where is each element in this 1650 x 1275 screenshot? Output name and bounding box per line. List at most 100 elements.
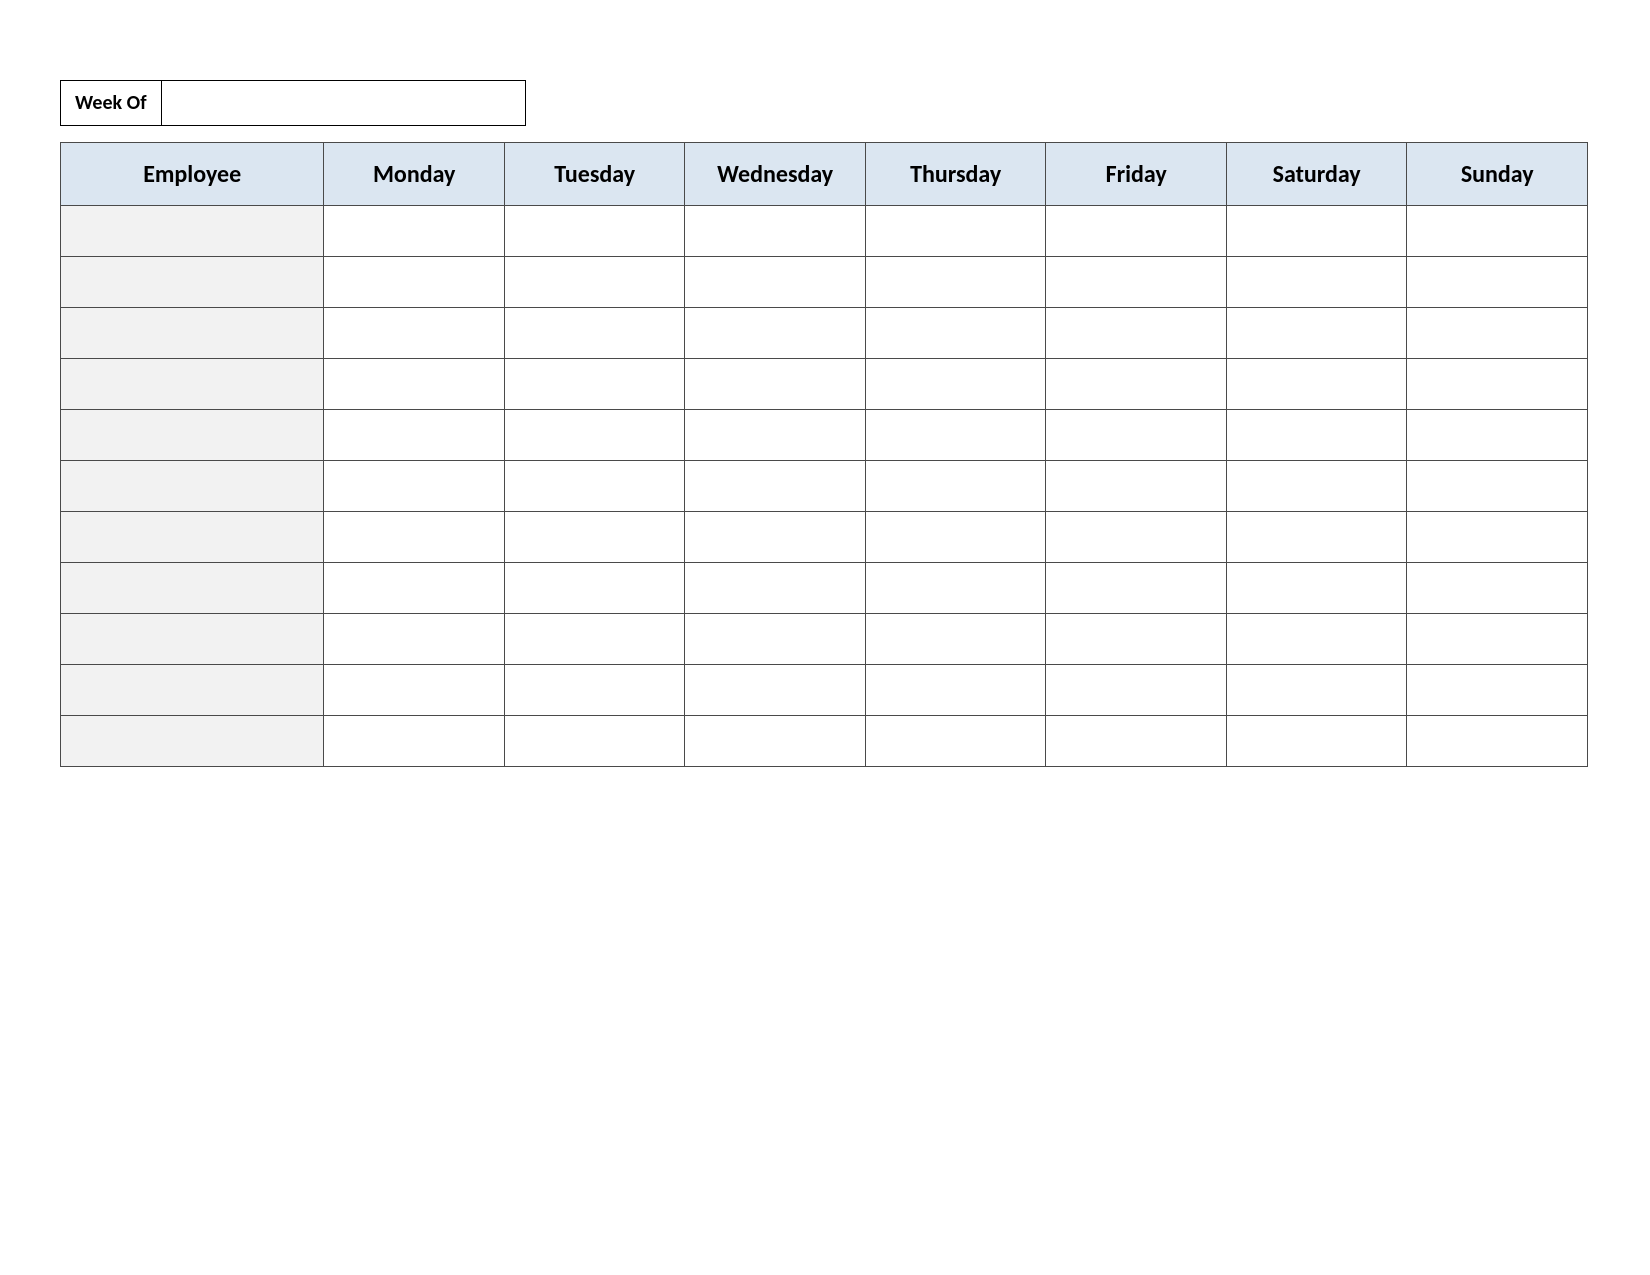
day-cell[interactable] <box>1226 563 1407 614</box>
day-cell[interactable] <box>1407 257 1588 308</box>
day-cell[interactable] <box>1046 257 1227 308</box>
employee-cell[interactable] <box>61 614 324 665</box>
day-cell[interactable] <box>1046 716 1227 767</box>
day-cell[interactable] <box>865 665 1046 716</box>
day-cell[interactable] <box>1226 614 1407 665</box>
day-cell[interactable] <box>1407 614 1588 665</box>
header-wednesday: Wednesday <box>685 143 866 206</box>
day-cell[interactable] <box>685 665 866 716</box>
day-cell[interactable] <box>324 206 505 257</box>
day-cell[interactable] <box>504 563 685 614</box>
employee-cell[interactable] <box>61 206 324 257</box>
day-cell[interactable] <box>1407 410 1588 461</box>
day-cell[interactable] <box>504 359 685 410</box>
day-cell[interactable] <box>504 614 685 665</box>
day-cell[interactable] <box>324 512 505 563</box>
day-cell[interactable] <box>504 716 685 767</box>
day-cell[interactable] <box>324 308 505 359</box>
day-cell[interactable] <box>1407 665 1588 716</box>
day-cell[interactable] <box>865 257 1046 308</box>
day-cell[interactable] <box>1226 410 1407 461</box>
day-cell[interactable] <box>324 614 505 665</box>
day-cell[interactable] <box>685 563 866 614</box>
day-cell[interactable] <box>865 461 1046 512</box>
day-cell[interactable] <box>865 359 1046 410</box>
day-cell[interactable] <box>1407 461 1588 512</box>
day-cell[interactable] <box>1407 716 1588 767</box>
header-saturday: Saturday <box>1226 143 1407 206</box>
week-of-value[interactable] <box>162 81 525 125</box>
day-cell[interactable] <box>324 563 505 614</box>
table-row <box>61 665 1588 716</box>
employee-cell[interactable] <box>61 665 324 716</box>
day-cell[interactable] <box>865 308 1046 359</box>
day-cell[interactable] <box>685 410 866 461</box>
day-cell[interactable] <box>685 206 866 257</box>
header-friday: Friday <box>1046 143 1227 206</box>
day-cell[interactable] <box>685 614 866 665</box>
employee-cell[interactable] <box>61 563 324 614</box>
day-cell[interactable] <box>1226 308 1407 359</box>
page: Week Of Employee Monday Tuesday Wednesda… <box>0 0 1650 767</box>
day-cell[interactable] <box>1046 410 1227 461</box>
day-cell[interactable] <box>324 461 505 512</box>
day-cell[interactable] <box>324 257 505 308</box>
day-cell[interactable] <box>685 308 866 359</box>
day-cell[interactable] <box>865 614 1046 665</box>
employee-cell[interactable] <box>61 359 324 410</box>
day-cell[interactable] <box>1407 308 1588 359</box>
day-cell[interactable] <box>504 410 685 461</box>
day-cell[interactable] <box>685 716 866 767</box>
employee-cell[interactable] <box>61 257 324 308</box>
day-cell[interactable] <box>1046 308 1227 359</box>
day-cell[interactable] <box>1226 716 1407 767</box>
day-cell[interactable] <box>1226 206 1407 257</box>
day-cell[interactable] <box>324 359 505 410</box>
table-row <box>61 257 1588 308</box>
day-cell[interactable] <box>1226 461 1407 512</box>
day-cell[interactable] <box>1226 359 1407 410</box>
day-cell[interactable] <box>504 257 685 308</box>
table-row <box>61 614 1588 665</box>
employee-cell[interactable] <box>61 308 324 359</box>
day-cell[interactable] <box>865 512 1046 563</box>
day-cell[interactable] <box>504 206 685 257</box>
day-cell[interactable] <box>685 257 866 308</box>
day-cell[interactable] <box>1046 563 1227 614</box>
schedule-body <box>61 206 1588 767</box>
day-cell[interactable] <box>1046 614 1227 665</box>
day-cell[interactable] <box>504 308 685 359</box>
day-cell[interactable] <box>865 716 1046 767</box>
day-cell[interactable] <box>865 563 1046 614</box>
day-cell[interactable] <box>324 716 505 767</box>
day-cell[interactable] <box>1046 512 1227 563</box>
employee-cell[interactable] <box>61 716 324 767</box>
day-cell[interactable] <box>1046 359 1227 410</box>
day-cell[interactable] <box>1046 665 1227 716</box>
employee-cell[interactable] <box>61 461 324 512</box>
day-cell[interactable] <box>685 461 866 512</box>
day-cell[interactable] <box>504 461 685 512</box>
day-cell[interactable] <box>1226 257 1407 308</box>
day-cell[interactable] <box>504 512 685 563</box>
day-cell[interactable] <box>1046 461 1227 512</box>
day-cell[interactable] <box>685 359 866 410</box>
day-cell[interactable] <box>685 512 866 563</box>
employee-cell[interactable] <box>61 512 324 563</box>
day-cell[interactable] <box>1226 512 1407 563</box>
day-cell[interactable] <box>324 410 505 461</box>
day-cell[interactable] <box>1407 512 1588 563</box>
day-cell[interactable] <box>1407 563 1588 614</box>
day-cell[interactable] <box>324 665 505 716</box>
employee-cell[interactable] <box>61 410 324 461</box>
day-cell[interactable] <box>504 665 685 716</box>
day-cell[interactable] <box>1046 206 1227 257</box>
day-cell[interactable] <box>865 206 1046 257</box>
day-cell[interactable] <box>865 410 1046 461</box>
day-cell[interactable] <box>1407 359 1588 410</box>
day-cell[interactable] <box>1226 665 1407 716</box>
day-cell[interactable] <box>1407 206 1588 257</box>
schedule-header-row: Employee Monday Tuesday Wednesday Thursd… <box>61 143 1588 206</box>
table-row <box>61 359 1588 410</box>
table-row <box>61 410 1588 461</box>
